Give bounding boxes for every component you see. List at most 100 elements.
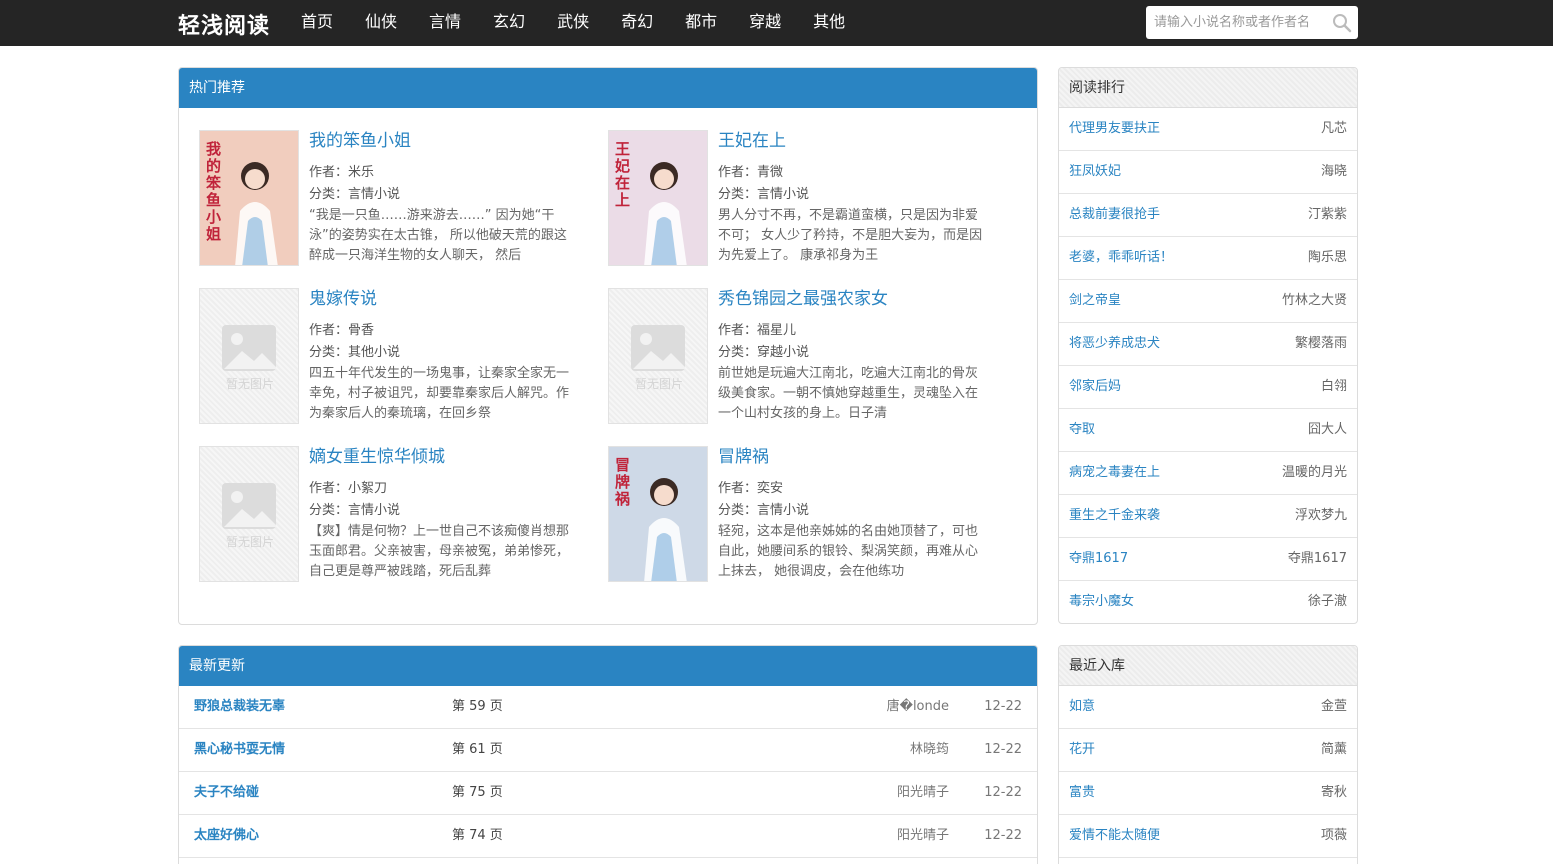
rank-author: 海晓 <box>1320 164 1347 179</box>
latest-chapter-link[interactable]: 第 74 页 <box>452 815 503 857</box>
latest-update-list: 野狼总裁装无辜 第 59 页 唐�londe 12-22 黑心秘书耍无情 第 61 页 林晓… <box>179 686 1037 858</box>
latest-book-title-link[interactable]: 夫子不给碰 <box>194 772 259 814</box>
site-logo[interactable]: 轻浅阅读 <box>178 8 270 40</box>
category-value: 言情小说 <box>757 187 810 202</box>
search-input[interactable] <box>1146 6 1326 39</box>
book-card: 暂无图片 秀色锦园之最强农家女 作者：福星儿 分类：穿越小说 前世她是玩遍大江南北，吃遍… <box>608 288 988 428</box>
book-category: 分类：言情小说 <box>718 500 988 522</box>
list-item: 如意 金萱 <box>1059 686 1357 729</box>
rank-book-link[interactable]: 邻家后妈 <box>1069 366 1121 408</box>
author-label: 作者： <box>309 481 349 496</box>
latest-book-title-link[interactable]: 野狼总裁装无辜 <box>194 686 285 728</box>
reading-rank-list: 代理男友要扶正 凡芯 狂凤妖妃 海晓 总裁前妻很抢手 汀紫紫 老婆，乖乖听话！ 陶乐思 剑之帝皇… <box>1059 108 1357 623</box>
latest-date: 12-22 <box>984 785 1022 800</box>
rank-author: 浮欢梦九 <box>1294 508 1347 523</box>
rank-book-link[interactable]: 剑之帝皇 <box>1069 280 1121 322</box>
category-label: 分类： <box>718 345 758 360</box>
rank-author: 汀紫紫 <box>1307 207 1347 222</box>
rank-author: 囧大人 <box>1307 422 1347 437</box>
latest-chapter-link[interactable]: 第 59 页 <box>452 686 503 728</box>
recent-book-link[interactable]: 富贵 <box>1069 772 1095 814</box>
author-value: 小絮刀 <box>348 481 388 496</box>
hot-recommend-panel: 热门推荐 我的笨鱼小姐 我的笨鱼小姐 作者：米乐 分类：言情小说 “我是一只鱼……游来游… <box>178 67 1038 625</box>
rank-book-link[interactable]: 狂凤妖妃 <box>1069 151 1121 193</box>
book-title-link[interactable]: 秀色锦园之最强农家女 <box>718 288 988 312</box>
latest-chapter-link[interactable]: 第 61 页 <box>452 729 503 771</box>
nav-item-home[interactable]: 首页 <box>285 0 349 46</box>
rank-book-link[interactable]: 将恶少养成忠犬 <box>1069 323 1160 365</box>
latest-chapter-link[interactable]: 第 75 页 <box>452 772 503 814</box>
list-item: 总裁前妻很抢手 汀紫紫 <box>1059 194 1357 237</box>
rank-book-link[interactable]: 毒宗小魔女 <box>1069 581 1134 623</box>
book-author: 作者：奕安 <box>718 478 988 500</box>
search-icon[interactable] <box>1332 13 1352 33</box>
book-info: 我的笨鱼小姐 作者：米乐 分类：言情小说 “我是一只鱼……游来游去……” 因为她“干泳… <box>309 130 579 266</box>
nav-item-urban[interactable]: 都市 <box>669 0 733 46</box>
book-title-link[interactable]: 鬼嫁传说 <box>309 288 579 312</box>
book-author: 作者：青微 <box>718 162 988 184</box>
book-category: 分类：穿越小说 <box>718 342 988 364</box>
recent-book-link[interactable]: 花开 <box>1069 729 1095 771</box>
list-item: 代理男友要扶正 凡芯 <box>1059 108 1357 151</box>
list-item: 狂凤妖妃 海晓 <box>1059 151 1357 194</box>
book-title-link[interactable]: 冒牌祸 <box>718 446 988 470</box>
nav-item-time-travel[interactable]: 穿越 <box>733 0 797 46</box>
book-card: 王妃在上 王妃在上 作者：青微 分类：言情小说 男人分寸不再，不是霸道蛮横，只是因为非爱… <box>608 130 988 270</box>
category-label: 分类： <box>718 503 758 518</box>
book-cover-placeholder[interactable]: 暂无图片 <box>199 288 299 424</box>
category-label: 分类： <box>718 187 758 202</box>
author-value: 骨香 <box>348 323 375 338</box>
list-item: 病宠之毒妻在上 温暖的月光 <box>1059 452 1357 495</box>
rank-book-link[interactable]: 夺鼎1617 <box>1069 538 1128 580</box>
nav-item-xianxia[interactable]: 仙侠 <box>349 0 413 46</box>
rank-book-link[interactable]: 老婆，乖乖听话！ <box>1069 237 1173 279</box>
no-image-text: 暂无图片 <box>225 535 274 549</box>
rank-author: 白翎 <box>1320 379 1347 394</box>
rank-book-link[interactable]: 总裁前妻很抢手 <box>1069 194 1160 236</box>
book-cover[interactable]: 我的笨鱼小姐 <box>199 130 299 266</box>
book-info: 冒牌祸 作者：奕安 分类：言情小说 轻宛，这本是他亲姊姊的名由她顶替了，可也自此，她腰… <box>718 446 988 582</box>
nav-item-fantasy[interactable]: 玄幻 <box>477 0 541 46</box>
book-cover-placeholder[interactable]: 暂无图片 <box>608 288 708 424</box>
table-row: 夫子不给碰 第 75 页 阳光晴子 12-22 <box>179 772 1037 815</box>
nav-item-romance[interactable]: 言情 <box>413 0 477 46</box>
hot-recommend-title: 热门推荐 <box>179 68 1037 108</box>
category-value: 其他小说 <box>348 345 401 360</box>
list-item: 重生之千金来袭 浮欢梦九 <box>1059 495 1357 538</box>
latest-book-title-link[interactable]: 太座好佛心 <box>194 815 259 857</box>
image-placeholder-icon <box>222 325 276 371</box>
recent-book-link[interactable]: 如意 <box>1069 686 1095 728</box>
rank-author: 凡芯 <box>1320 121 1347 136</box>
latest-author: 阳光晴子 <box>896 785 949 800</box>
book-title-link[interactable]: 王妃在上 <box>718 130 988 154</box>
list-item: 将恶少养成忠犬 繁樱落雨 <box>1059 323 1357 366</box>
main-nav: 首页 仙侠 言情 玄幻 武侠 奇幻 都市 穿越 其他 <box>285 0 861 46</box>
book-card: 暂无图片 鬼嫁传说 作者：骨香 分类：其他小说 四五十年代发生的一场鬼事，让秦家全家无一… <box>199 288 579 428</box>
book-description: 男人分寸不再，不是霸道蛮横，只是因为非爱不可； 女人少了矜持，不是胆大妄为，而是… <box>718 208 983 263</box>
rank-book-link[interactable]: 代理男友要扶正 <box>1069 108 1160 150</box>
latest-date: 12-22 <box>984 742 1022 757</box>
rank-book-link[interactable]: 病宠之毒妻在上 <box>1069 452 1160 494</box>
latest-author: 林晓筠 <box>909 742 949 757</box>
book-cover-placeholder[interactable]: 暂无图片 <box>199 446 299 582</box>
book-info: 王妃在上 作者：青微 分类：言情小说 男人分寸不再，不是霸道蛮横，只是因为非爱不可； … <box>718 130 988 266</box>
latest-book-title-link[interactable]: 黑心秘书耍无情 <box>194 729 285 771</box>
list-item: 夺取 囧大人 <box>1059 409 1357 452</box>
book-description: “我是一只鱼……游来游去……” 因为她“干泳”的姿势实在太古锥， 所以他破天荒的… <box>309 208 567 263</box>
book-category: 分类：言情小说 <box>718 184 988 206</box>
book-info: 嫡女重生惊华倾城 作者：小絮刀 分类：言情小说 【爽】情是何物？上一世自己不该痴傻肖想… <box>309 446 579 582</box>
recent-book-link[interactable]: 爱情不能太随便 <box>1069 815 1160 857</box>
nav-item-other[interactable]: 其他 <box>797 0 861 46</box>
book-title-link[interactable]: 我的笨鱼小姐 <box>309 130 579 154</box>
book-cover[interactable]: 王妃在上 <box>608 130 708 266</box>
list-item: 剑之帝皇 竹林之大贤 <box>1059 280 1357 323</box>
nav-item-wuxia[interactable]: 武侠 <box>541 0 605 46</box>
book-title-link[interactable]: 嫡女重生惊华倾城 <box>309 446 579 470</box>
author-value: 米乐 <box>348 165 375 180</box>
book-cover[interactable]: 冒牌祸 <box>608 446 708 582</box>
category-value: 穿越小说 <box>757 345 810 360</box>
nav-item-magic[interactable]: 奇幻 <box>605 0 669 46</box>
rank-book-link[interactable]: 重生之千金来袭 <box>1069 495 1160 537</box>
latest-author: 阳光晴子 <box>896 828 949 843</box>
rank-book-link[interactable]: 夺取 <box>1069 409 1095 451</box>
